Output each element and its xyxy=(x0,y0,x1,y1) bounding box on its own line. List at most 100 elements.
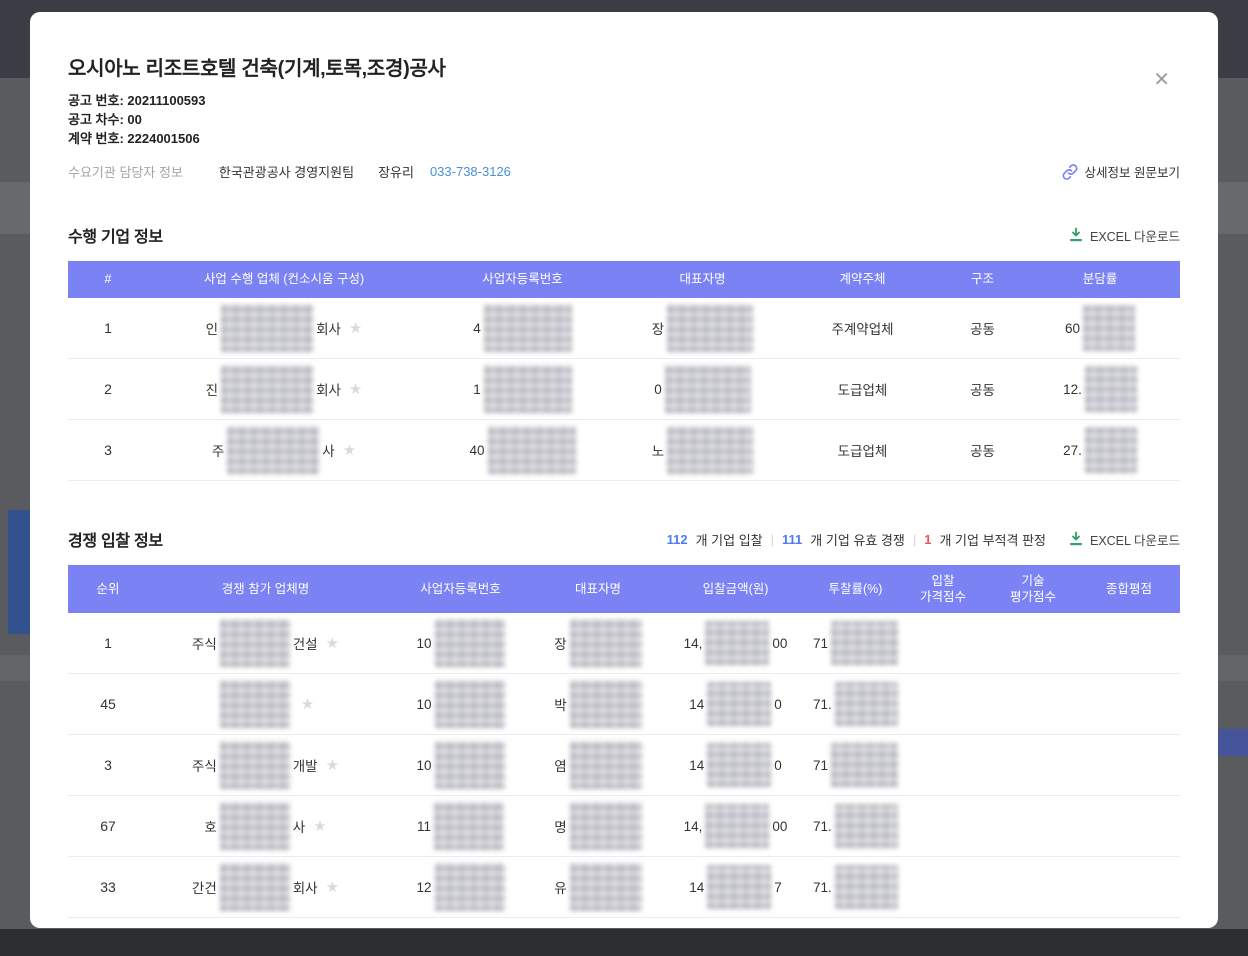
redacted-blur xyxy=(707,865,772,909)
bizno-prefix: 10 xyxy=(416,696,432,712)
redacted-blur xyxy=(705,804,770,848)
col-header: 대표자명 xyxy=(679,272,726,287)
contact-phone-link[interactable]: 033-738-3126 xyxy=(430,164,511,179)
rep-prefix: 장 xyxy=(651,322,665,337)
redacted-blur xyxy=(219,619,290,667)
amount-prefix: 14 xyxy=(689,696,705,712)
col-header: 경쟁 참가 업체명 xyxy=(221,581,310,596)
bizno-cell: 12 xyxy=(383,857,538,917)
download-icon xyxy=(1068,531,1084,547)
price-score-cell xyxy=(898,735,988,795)
rate-cell: 71. xyxy=(813,796,898,856)
bizno-cell: 40 xyxy=(420,420,625,480)
company-prefix: 주식 xyxy=(191,637,217,652)
redacted-blur xyxy=(831,743,898,787)
redacted-blur xyxy=(219,863,290,911)
favorite-star-icon[interactable]: ★ xyxy=(326,756,339,774)
detail-link-label: 상세정보 원문보기 xyxy=(1084,166,1180,180)
redacted-blur xyxy=(664,365,751,413)
redacted-blur xyxy=(434,619,505,667)
redacted-blur xyxy=(1084,427,1137,473)
favorite-star-icon[interactable]: ★ xyxy=(326,634,339,652)
rep-cell: 0 xyxy=(625,359,780,419)
col-header: 입찰금액(원) xyxy=(702,581,769,596)
company-prefix: 주식 xyxy=(191,759,217,774)
redacted-blur xyxy=(219,802,290,850)
rep-prefix: 0 xyxy=(654,381,662,397)
download-icon xyxy=(1068,227,1084,243)
rate-prefix: 71. xyxy=(813,818,832,834)
bizno-cell: 10 xyxy=(383,735,538,795)
redacted-blur xyxy=(707,682,772,726)
table-row: 67 호 사 ★ 11 명 14, 00 71. xyxy=(68,796,1180,857)
table-row: 45 ★ 10 박 14 0 71. xyxy=(68,674,1180,735)
bid-section-title: 경쟁 입찰 정보 xyxy=(68,533,163,550)
table-row: 3 주식 개발 ★ 10 염 14 0 71 xyxy=(68,735,1180,796)
rate-cell: 71. xyxy=(813,674,898,734)
favorite-star-icon[interactable]: ★ xyxy=(349,380,362,398)
background-table-header xyxy=(1218,729,1248,756)
rate-prefix: 71. xyxy=(813,879,832,895)
stat-valid-bidders: 111 xyxy=(782,531,803,547)
company-prefix: 진 xyxy=(205,383,219,398)
rank-cell: 45 xyxy=(100,696,116,712)
favorite-star-icon[interactable]: ★ xyxy=(313,817,326,835)
detail-source-link[interactable]: 상세정보 원문보기 xyxy=(1061,162,1180,181)
perform-section-head: 수행 기업 정보 EXCEL 다운로드 xyxy=(68,223,1180,247)
col-header: 대표자명 xyxy=(574,581,621,596)
share-prefix: 60 xyxy=(1064,320,1081,336)
company-suffix: 회사 xyxy=(292,881,318,896)
close-icon[interactable]: ✕ xyxy=(1153,70,1170,90)
favorite-star-icon[interactable]: ★ xyxy=(349,319,362,337)
redacted-blur xyxy=(487,426,576,474)
total-score-cell xyxy=(1078,674,1180,734)
favorite-star-icon[interactable]: ★ xyxy=(301,695,314,713)
company-cell: ★ xyxy=(148,674,383,734)
contact-label: 수요기관 담당자 정보 xyxy=(68,165,183,180)
amount-prefix: 14, xyxy=(683,635,703,651)
redacted-blur xyxy=(569,619,642,667)
price-score-cell xyxy=(898,613,988,673)
tech-score-cell xyxy=(988,857,1078,917)
favorite-star-icon[interactable]: ★ xyxy=(326,878,339,896)
company-cell: 간건 회사 ★ xyxy=(148,857,383,917)
company-suffix: 건설 xyxy=(292,637,318,652)
amount-suffix: 7 xyxy=(774,879,782,895)
page-title: 오시아노 리조트호텔 건축(기계,토목,조경)공사 xyxy=(68,58,446,80)
col-header: 입찰 가격점수 xyxy=(919,573,966,604)
redacted-blur xyxy=(219,680,290,728)
price-score-cell xyxy=(898,796,988,856)
amount-suffix: 00 xyxy=(772,818,788,834)
excel-download-button[interactable]: EXCEL 다운로드 xyxy=(1068,226,1180,245)
bizno-prefix: 12 xyxy=(416,879,432,895)
redacted-blur xyxy=(569,802,642,850)
contact-row: 수요기관 담당자 정보 한국관광공사 경영지원팀 장유리 033-738-312… xyxy=(68,162,1180,181)
announcement-number: 공고 번호: 20211100593 xyxy=(68,93,206,108)
favorite-star-icon[interactable]: ★ xyxy=(343,441,356,459)
excel-download-button[interactable]: EXCEL 다운로드 xyxy=(1068,530,1180,549)
col-header: 순위 xyxy=(96,581,120,596)
col-header: # xyxy=(104,272,112,287)
stat-text: 개 기업 유효 경쟁 xyxy=(810,532,905,548)
col-header: 기술 평가점수 xyxy=(1009,573,1056,604)
redacted-blur xyxy=(483,365,572,413)
amount-suffix: 0 xyxy=(774,757,782,773)
company-suffix: 사 xyxy=(292,820,306,835)
bizno-cell: 1 xyxy=(420,359,625,419)
redacted-blur xyxy=(831,621,898,665)
announcement-round: 공고 차수: 00 xyxy=(68,112,142,127)
amount-cell: 14, 00 xyxy=(658,796,813,856)
rep-cell: 장 xyxy=(625,298,780,358)
contract-cell: 주계약업체 xyxy=(831,322,894,337)
contract-cell: 도급업체 xyxy=(837,444,888,459)
rate-cell: 71 xyxy=(813,735,898,795)
redacted-blur xyxy=(1084,366,1137,412)
bid-table: 순위 경쟁 참가 업체명 사업자등록번호 대표자명 입찰금액(원) 투찰률(%)… xyxy=(68,565,1180,918)
rank-cell: 33 xyxy=(100,879,116,895)
col-header: 사업자등록번호 xyxy=(482,272,563,287)
redacted-blur xyxy=(434,680,505,728)
stat-disqualified: 1 xyxy=(924,531,932,547)
excel-download-label: EXCEL 다운로드 xyxy=(1089,229,1180,244)
total-score-cell xyxy=(1078,857,1180,917)
bizno-cell: 10 xyxy=(383,613,538,673)
